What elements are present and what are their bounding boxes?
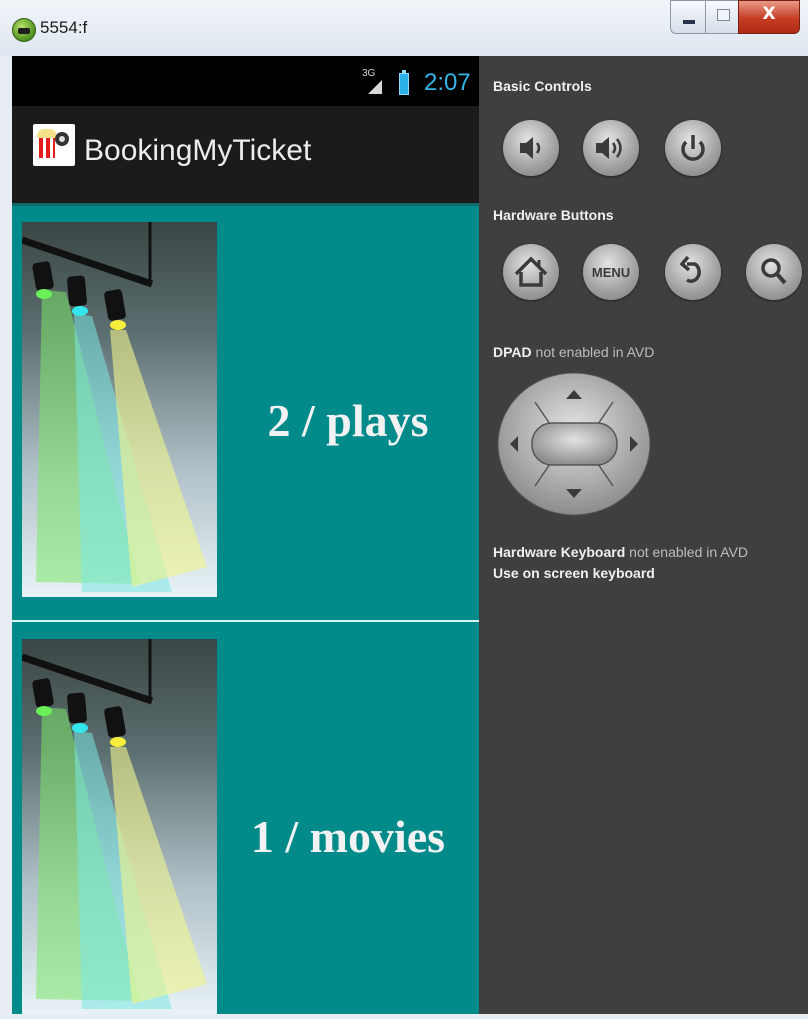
list-item-movies[interactable]: 1 / movies	[12, 623, 479, 1014]
network-type: 3G	[362, 68, 376, 79]
minimize-icon	[683, 20, 695, 24]
back-button[interactable]	[665, 244, 721, 300]
search-icon	[761, 258, 787, 285]
film-reel-icon	[55, 132, 69, 146]
title-bar: 5554:f X	[0, 0, 808, 56]
dpad-status: not enabled in AVD	[535, 344, 655, 360]
category-label: 1 / movies	[250, 811, 446, 862]
menu-icon: MENU	[592, 265, 630, 280]
keyboard-status: not enabled in AVD	[629, 544, 749, 560]
close-button[interactable]: X	[738, 0, 800, 34]
window-title: 5554:f	[40, 18, 88, 37]
popcorn-icon	[37, 129, 57, 158]
signal-icon: 3G	[362, 68, 384, 98]
keyboard-label: Hardware Keyboard	[493, 544, 626, 560]
controls-panel: Basic Controls Hardware Buttons MENU DPA…	[479, 56, 808, 1014]
home-button[interactable]	[503, 244, 559, 300]
power-button[interactable]	[665, 120, 721, 176]
volume-down-icon	[520, 137, 541, 159]
search-button[interactable]	[746, 244, 802, 300]
category-label: 2 / plays	[267, 395, 429, 446]
dpad[interactable]	[497, 372, 652, 517]
spotlight-image	[22, 222, 217, 597]
signal-bars-icon	[368, 80, 382, 94]
basic-controls-heading: Basic Controls	[493, 78, 592, 94]
power-icon	[681, 135, 705, 161]
emulator-body: 3G 2:07 BookingMyTicket 2 / plays 1 / mo…	[12, 56, 808, 1014]
volume-up-icon	[596, 137, 622, 159]
status-bar: 3G 2:07	[12, 56, 479, 106]
android-icon	[12, 18, 36, 42]
action-bar: BookingMyTicket	[12, 106, 479, 206]
keyboard-hint: Use on screen keyboard	[493, 565, 655, 581]
battery-icon	[399, 70, 409, 95]
list-item-plays[interactable]: 2 / plays	[12, 206, 479, 620]
close-icon: X	[762, 4, 776, 24]
svg-text:MENU: MENU	[592, 265, 630, 280]
maximize-button[interactable]	[705, 0, 739, 34]
minimize-button[interactable]	[670, 0, 706, 34]
app-logo-icon[interactable]	[33, 124, 75, 166]
home-icon	[514, 256, 548, 287]
back-icon	[679, 255, 701, 283]
maximize-icon	[717, 9, 730, 21]
dpad-heading: DPAD not enabled in AVD	[493, 344, 654, 360]
app-title: BookingMyTicket	[84, 134, 312, 167]
list-divider	[12, 620, 479, 622]
volume-down-button[interactable]	[503, 120, 559, 176]
dpad-label: DPAD	[493, 344, 532, 360]
emulator-window: 5554:f X 3G 2:07 BookingMyTicket 2 / pla…	[0, 0, 808, 1019]
menu-button[interactable]: MENU	[583, 244, 639, 300]
volume-up-button[interactable]	[583, 120, 639, 176]
spotlight-image	[22, 639, 217, 1014]
hardware-buttons-heading: Hardware Buttons	[493, 207, 614, 223]
dpad-center-button	[531, 422, 618, 466]
phone-screen: 3G 2:07 BookingMyTicket 2 / plays 1 / mo…	[12, 56, 479, 1014]
keyboard-heading: Hardware Keyboard not enabled in AVD	[493, 544, 748, 560]
status-time: 2:07	[424, 69, 471, 96]
